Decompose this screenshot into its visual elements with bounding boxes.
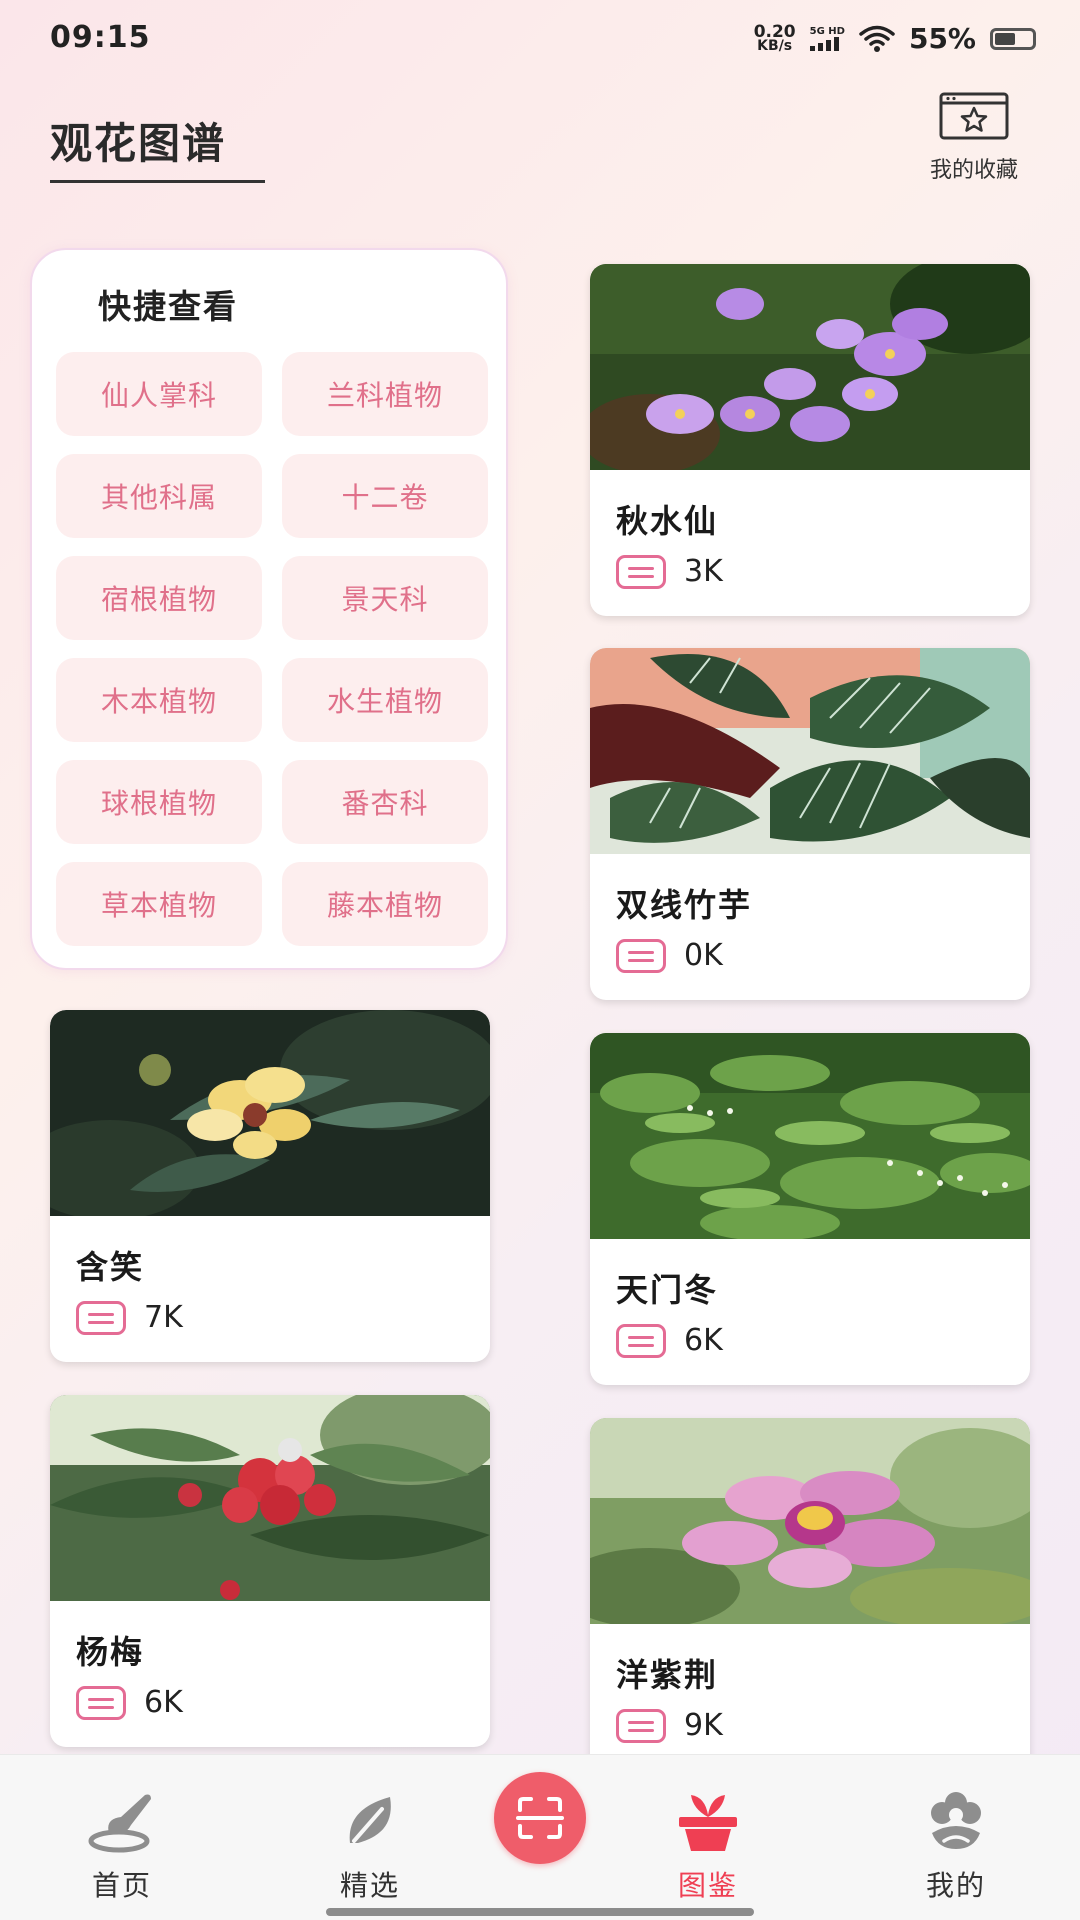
battery-percent: 55% (908, 22, 976, 55)
document-icon (76, 1300, 126, 1335)
battery-fill (995, 32, 1015, 45)
nav-label: 图鉴 (677, 1869, 738, 1902)
plant-name: 秋水仙 (616, 502, 719, 540)
plant-name: 洋紫荆 (616, 1656, 719, 1694)
document-icon (616, 1323, 666, 1358)
view-count-value: 6K (684, 1323, 723, 1358)
category-chip[interactable]: 草本植物 (56, 862, 262, 946)
cellular-signal-icon: 5G HD (809, 26, 845, 51)
plant-name: 杨梅 (76, 1633, 145, 1671)
category-chip[interactable]: 水生植物 (282, 658, 488, 742)
yellow-michelia-flower-photo (50, 1010, 490, 1216)
status-time: 09:15 (50, 20, 151, 55)
plant-card[interactable]: 含笑 7K (50, 1010, 490, 1362)
page-title: 观花图谱 (50, 119, 227, 168)
scan-icon (516, 1797, 564, 1839)
signal-type-label: 5G HD (809, 26, 845, 37)
category-chip[interactable]: 藤本植物 (282, 862, 488, 946)
view-count-value: 7K (144, 1300, 183, 1335)
purple-crocus-flowers-photo (590, 264, 1030, 470)
category-chip[interactable]: 番杏科 (282, 760, 488, 844)
nav-label: 精选 (339, 1869, 400, 1902)
view-count: 0K (616, 938, 723, 973)
pink-bauhinia-flower-photo (590, 1418, 1030, 1624)
nav-item-home[interactable]: 首页 (52, 1754, 192, 1904)
status-bar: 09:15 0.20 KB/s 5G HD 55% (0, 0, 1080, 80)
document-icon (616, 1708, 666, 1743)
favorites-button[interactable]: 我的收藏 (914, 92, 1034, 184)
plant-card[interactable]: 杨梅 6K (50, 1395, 490, 1747)
flower-pot-icon (679, 1795, 737, 1851)
nav-item-guide[interactable]: 图鉴 (638, 1754, 778, 1904)
plant-name: 含笑 (76, 1248, 145, 1286)
quick-view-title: 快捷查看 (98, 287, 238, 326)
document-icon (616, 938, 666, 973)
network-speed-unit: KB/s (757, 37, 793, 54)
favorites-label: 我的收藏 (929, 158, 1018, 183)
category-chip[interactable]: 仙人掌科 (56, 352, 262, 436)
wifi-icon (859, 25, 895, 52)
category-chip-grid: 仙人掌科 兰科植物 其他科属 十二卷 宿根植物 景天科 木本植物 水生植物 球根… (56, 352, 492, 946)
nav-label: 首页 (91, 1869, 152, 1902)
document-icon (616, 554, 666, 589)
view-count-value: 6K (144, 1685, 183, 1720)
view-count: 6K (76, 1685, 183, 1720)
category-chip[interactable]: 宿根植物 (56, 556, 262, 640)
category-chip[interactable]: 十二卷 (282, 454, 488, 538)
nav-label: 我的 (925, 1869, 986, 1902)
brush-icon (88, 1794, 151, 1853)
category-chip[interactable]: 木本植物 (56, 658, 262, 742)
category-chip[interactable]: 球根植物 (56, 760, 262, 844)
view-count: 3K (616, 554, 723, 589)
plant-card[interactable]: 双线竹芋 0K (590, 648, 1030, 1000)
plant-name: 双线竹芋 (616, 886, 753, 924)
quick-view-panel: 快捷查看 仙人掌科 兰科植物 其他科属 十二卷 宿根植物 景天科 木本植物 水生… (30, 248, 508, 970)
view-count: 6K (616, 1323, 723, 1358)
red-bayberry-fruit-photo (50, 1395, 490, 1601)
category-chip[interactable]: 景天科 (282, 556, 488, 640)
document-icon (76, 1685, 126, 1720)
network-speed-value: 0.20 (753, 21, 796, 42)
flower-profile-icon (931, 1792, 981, 1849)
nav-item-featured[interactable]: 精选 (300, 1754, 440, 1904)
view-count-value: 9K (684, 1708, 723, 1743)
plant-card[interactable]: 洋紫荆 9K (590, 1418, 1030, 1770)
category-chip[interactable]: 其他科属 (56, 454, 262, 538)
plant-card[interactable]: 天门冬 6K (590, 1033, 1030, 1385)
category-chip[interactable]: 兰科植物 (282, 352, 488, 436)
view-count-value: 3K (684, 554, 723, 589)
striped-calathea-leaves-photo (590, 648, 1030, 854)
leaf-icon (349, 1797, 391, 1843)
view-count: 9K (616, 1708, 723, 1743)
status-indicators: 0.20 KB/s 5G HD 55% (754, 22, 1036, 55)
star-window-icon (939, 92, 1009, 140)
home-indicator[interactable] (326, 1908, 754, 1916)
scan-button[interactable] (494, 1772, 586, 1864)
plant-name: 天门冬 (616, 1271, 719, 1309)
view-count-value: 0K (684, 938, 723, 973)
battery-icon (990, 27, 1036, 50)
plant-card[interactable]: 秋水仙 3K (590, 264, 1030, 616)
title-underline (50, 180, 265, 183)
asparagus-fern-photo (590, 1033, 1030, 1239)
nav-item-profile[interactable]: 我的 (886, 1754, 1026, 1904)
view-count: 7K (76, 1300, 183, 1335)
network-speed: 0.20 KB/s (753, 21, 796, 54)
